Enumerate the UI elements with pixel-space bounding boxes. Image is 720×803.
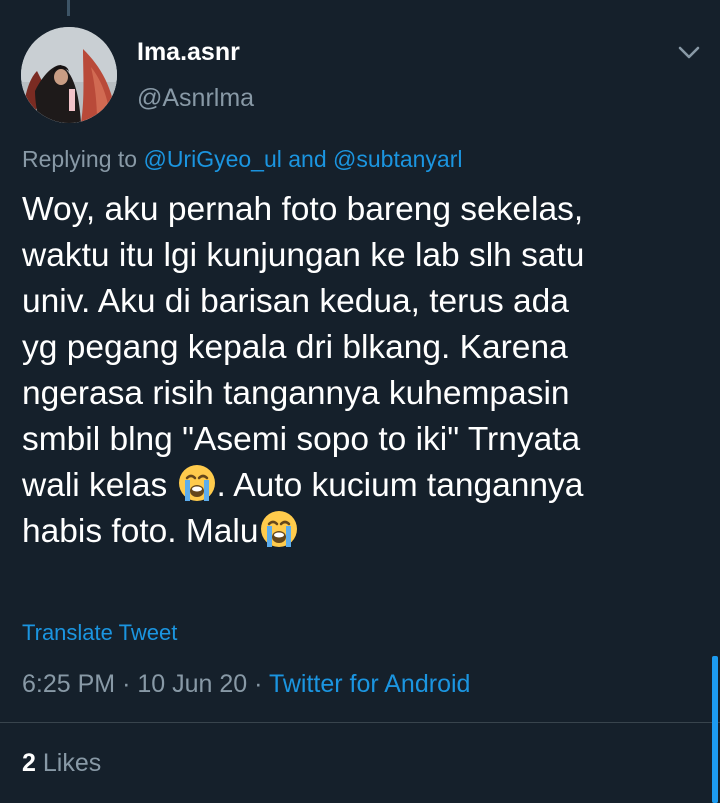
- tweet-text-line: waktu itu lgi kunjungan ke lab slh satu: [22, 237, 585, 274]
- meta-separator: ·: [122, 670, 131, 698]
- tweet-text-segment: habis foto. Malu: [22, 513, 259, 550]
- author-handle[interactable]: @Asnrlma: [137, 84, 254, 113]
- tweet-meta: 6:25 PM · 10 Jun 20 · Twitter for Androi…: [22, 670, 470, 699]
- tweet-text-line: yg pegang kepala dri blkang. Karena: [22, 329, 568, 366]
- likes-stat[interactable]: 2 Likes: [22, 749, 101, 778]
- tweet-text-line: habis foto. Malu: [22, 509, 712, 555]
- tweet-text: Woy, aku pernah foto bareng sekelas, wak…: [22, 187, 712, 555]
- more-options-button[interactable]: [672, 40, 706, 66]
- stats-divider: [0, 722, 720, 723]
- tweet-text-line: Woy, aku pernah foto bareng sekelas,: [22, 191, 584, 228]
- tweet-text-segment: . Auto kucium tangannya: [216, 467, 584, 504]
- scrollbar-thumb[interactable]: [712, 656, 718, 803]
- loudly-crying-face-icon: [178, 465, 215, 501]
- reply-mention-link[interactable]: @subtanyarl: [333, 146, 462, 172]
- translate-tweet-link[interactable]: Translate Tweet: [22, 620, 177, 646]
- reply-conjunction: and: [288, 146, 327, 172]
- reply-mention-link[interactable]: @UriGyeo_ul: [143, 146, 281, 172]
- likes-count: 2: [22, 749, 36, 777]
- reply-context: Replying to @UriGyeo_ul and @subtanyarl: [22, 146, 463, 173]
- meta-separator: ·: [254, 670, 263, 698]
- replying-to-label: Replying to: [22, 146, 138, 172]
- chevron-down-icon: [678, 46, 700, 59]
- tweet-date[interactable]: 10 Jun 20: [137, 670, 247, 698]
- loudly-crying-face-icon: [260, 511, 297, 547]
- tweet-time[interactable]: 6:25 PM: [22, 670, 115, 698]
- tweet-source-link[interactable]: Twitter for Android: [269, 670, 470, 698]
- tweet-text-line: wali kelas . Auto kucium tangannya: [22, 463, 712, 509]
- thread-connector-line: [67, 0, 70, 16]
- tweet-text-line: smbil blng "Asemi sopo to iki" Trnyata: [22, 421, 581, 458]
- author-avatar[interactable]: [21, 27, 117, 123]
- likes-label: Likes: [42, 749, 102, 777]
- tweet-text-segment: wali kelas: [22, 467, 177, 504]
- author-display-name[interactable]: Ima.asnr: [137, 38, 240, 67]
- avatar-photo-icon: [21, 27, 117, 123]
- tweet-text-line: ngerasa risih tangannya kuhempasin: [22, 375, 570, 412]
- tweet-text-line: univ. Aku di barisan kedua, terus ada: [22, 283, 569, 320]
